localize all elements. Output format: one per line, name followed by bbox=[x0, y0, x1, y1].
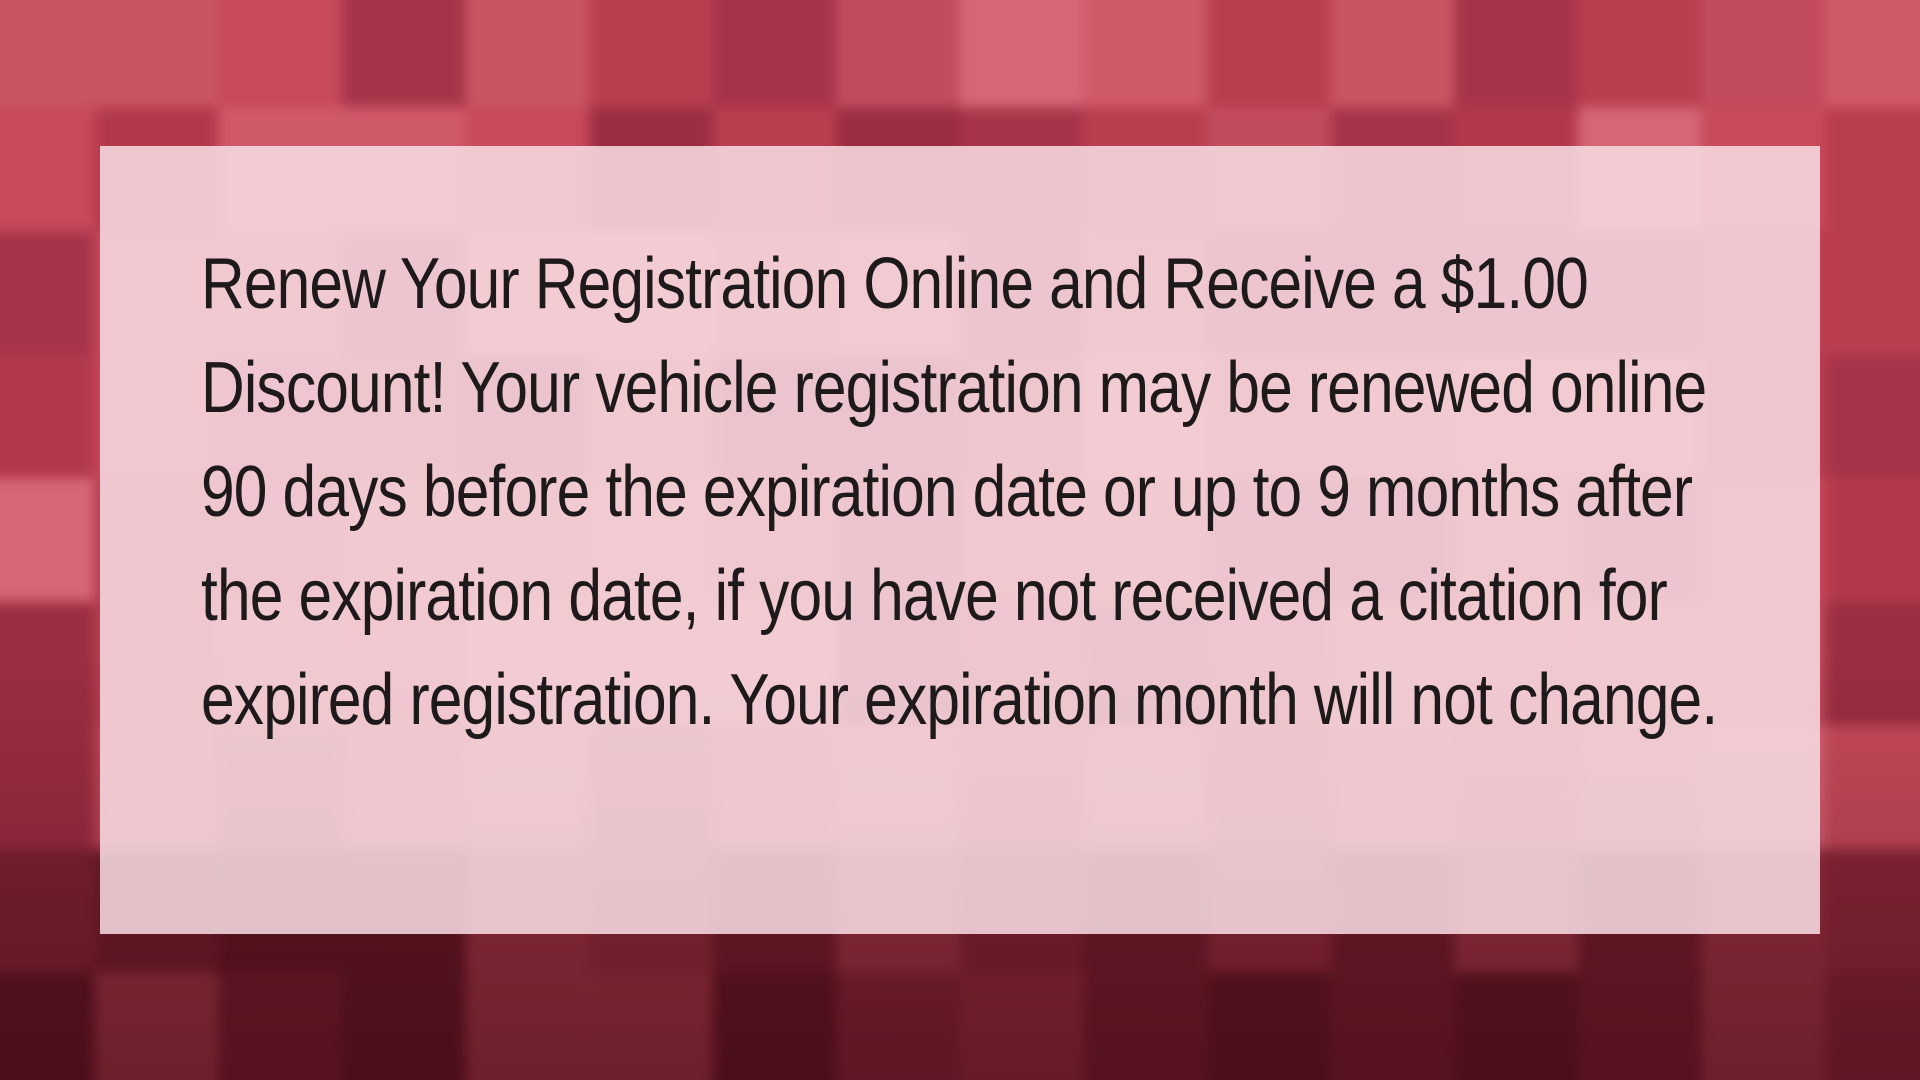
notice-message: Renew Your Registration Online and Recei… bbox=[201, 244, 1718, 740]
notice-card: Renew Your Registration Online and Recei… bbox=[100, 146, 1820, 934]
